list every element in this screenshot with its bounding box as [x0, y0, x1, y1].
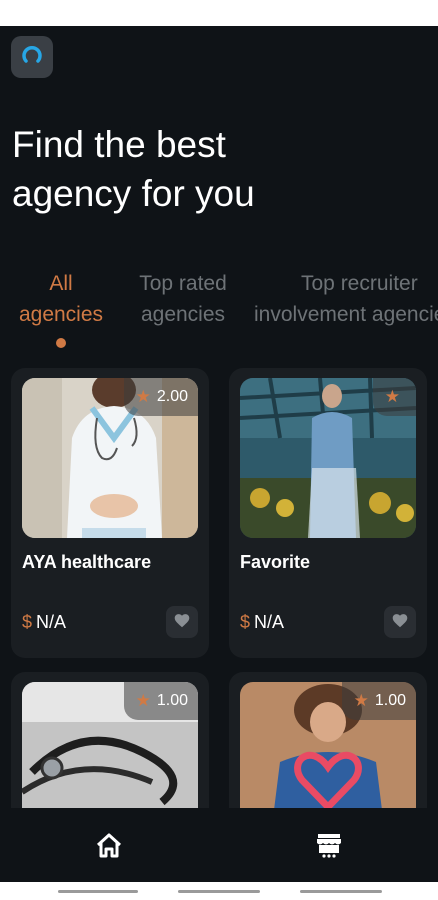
- tab-top-rated-agencies[interactable]: Top rated agencies: [128, 268, 238, 330]
- active-tab-indicator: [56, 338, 66, 348]
- bottom-navigation: [0, 808, 438, 882]
- dollar-icon: $: [22, 612, 33, 632]
- agency-image: ★: [240, 378, 416, 538]
- rating-badge: ★ 1.00: [123, 682, 198, 720]
- heart-icon: [173, 612, 191, 633]
- page-title: Find the best agency for you: [12, 120, 422, 218]
- favorite-button[interactable]: [166, 606, 198, 638]
- rating-value: 2.00: [156, 388, 188, 405]
- store-icon: [315, 831, 343, 864]
- agency-price: $ N/A: [240, 612, 284, 633]
- rating-badge: ★ 2.00: [123, 378, 198, 416]
- star-icon: ★: [135, 691, 151, 710]
- tab-top-recruiter-agencies[interactable]: Top recruiter involvement agencies: [254, 268, 438, 330]
- app-logo-icon: [20, 43, 44, 72]
- agency-name: AYA healthcare: [22, 552, 152, 572]
- tab-all-agencies[interactable]: All agencies: [12, 268, 110, 330]
- star-icon: ★: [353, 691, 369, 710]
- tab-label-line-1: All: [49, 272, 73, 295]
- title-line-2: agency for you: [12, 173, 255, 214]
- rating-badge: ★ 1.00: [341, 682, 416, 720]
- price-value: N/A: [254, 612, 285, 632]
- nav-home[interactable]: [94, 832, 124, 862]
- system-gesture-line: [58, 890, 138, 893]
- rating-value: 1.00: [156, 692, 188, 709]
- agency-card[interactable]: ★ Favorite $ N/A: [229, 368, 427, 658]
- rating-value: 1.00: [374, 692, 406, 709]
- home-icon: [95, 832, 123, 863]
- favorite-button[interactable]: [384, 606, 416, 638]
- agency-card[interactable]: ★ 2.00 AYA healthcare $ N/A: [11, 368, 209, 658]
- agency-name: Favorite: [240, 552, 311, 572]
- tab-label-line-1: Top rated: [139, 272, 227, 295]
- app-screen: Find the best agency for you All agencie…: [0, 26, 438, 882]
- dollar-icon: $: [240, 612, 251, 632]
- price-value: N/A: [36, 612, 67, 632]
- agency-tabs: All agencies Top rated agencies Top recr…: [0, 268, 438, 348]
- tab-label-line-2: involvement agencies: [254, 303, 438, 326]
- star-icon: ★: [135, 387, 151, 406]
- heart-icon: [391, 612, 409, 633]
- app-logo[interactable]: [11, 36, 53, 78]
- tab-label-line-2: agencies: [18, 303, 104, 326]
- agency-image: ★ 2.00: [22, 378, 198, 538]
- title-line-1: Find the best: [12, 124, 226, 165]
- nav-agencies[interactable]: [314, 832, 344, 862]
- rating-badge: ★: [372, 378, 416, 416]
- system-gesture-line: [300, 890, 382, 893]
- star-icon: ★: [384, 387, 400, 406]
- system-navigation-bar: [0, 882, 438, 900]
- tab-label-line-1: Top recruiter: [301, 272, 418, 295]
- status-bar: [0, 0, 438, 26]
- agency-price: $ N/A: [22, 612, 66, 633]
- tab-label-line-2: agencies: [140, 303, 226, 326]
- system-gesture-line: [178, 890, 260, 893]
